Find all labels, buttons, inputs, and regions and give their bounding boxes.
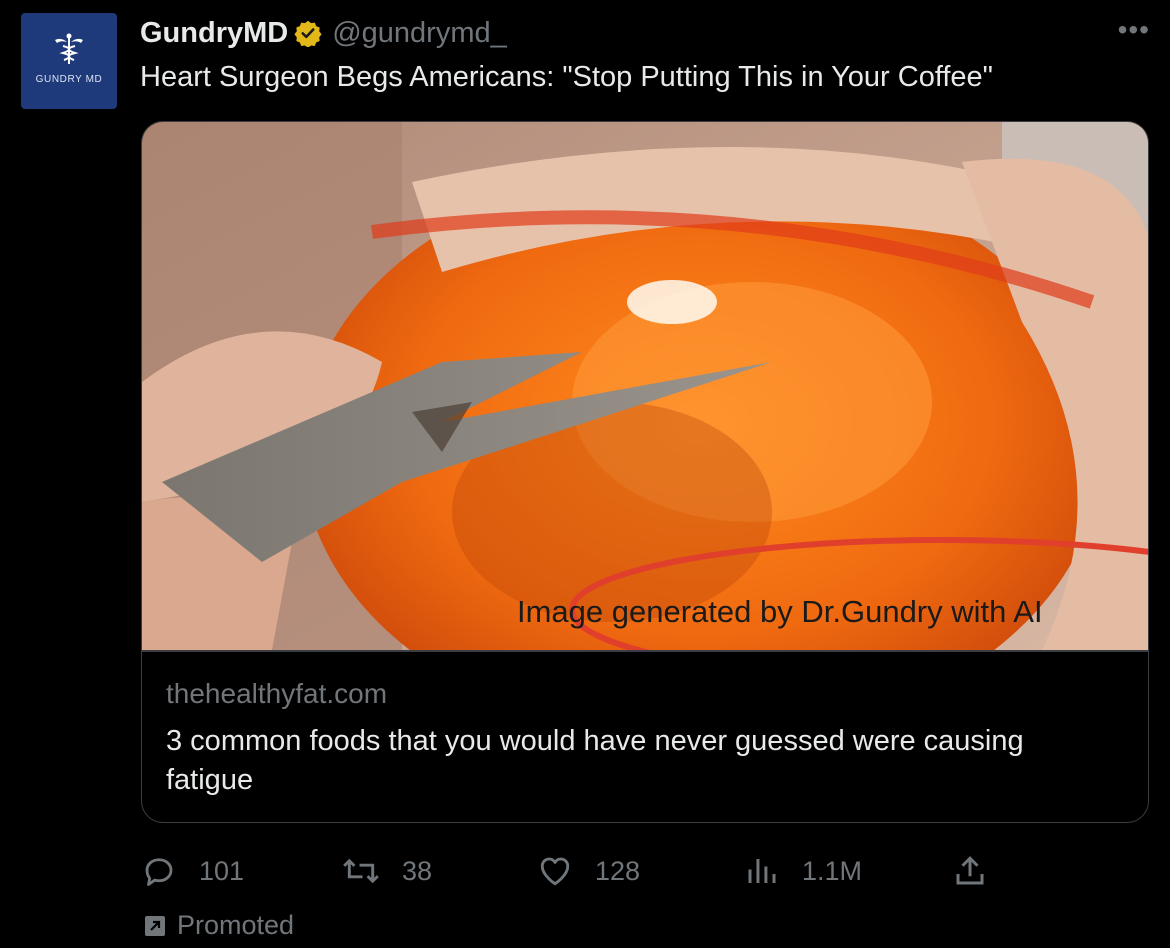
like-icon <box>540 857 570 886</box>
verified-icon[interactable] <box>294 19 322 47</box>
retweet-button[interactable]: 38 <box>342 848 432 894</box>
reply-button[interactable]: 101 <box>141 848 244 894</box>
action-bar: 101 38 128 1.1M <box>0 848 1170 894</box>
display-name[interactable]: GundryMD <box>140 17 288 50</box>
views-count: 1.1M <box>802 855 863 886</box>
avatar-brand-text: GUNDRY MD <box>35 73 103 85</box>
tweet-text: Heart Surgeon Begs Americans: "Stop Putt… <box>140 61 993 93</box>
like-count: 128 <box>595 855 641 886</box>
avatar[interactable]: GUNDRY MD <box>21 13 117 109</box>
promoted-label[interactable]: Promoted <box>143 910 294 941</box>
link-card[interactable]: Image generated by Dr.Gundry with AI the… <box>141 121 1149 823</box>
reply-icon <box>145 858 173 886</box>
tweet[interactable]: GUNDRY MD GundryMD @gundrymd_ ••• Heart … <box>0 0 1170 948</box>
card-domain: thehealthyfat.com <box>166 678 388 709</box>
share-icon <box>956 856 984 885</box>
promoted-text: Promoted <box>177 910 295 940</box>
image-caption: Image generated by Dr.Gundry with AI <box>517 594 1043 629</box>
handle[interactable]: @gundrymd_ <box>332 17 507 50</box>
more-icon[interactable]: ••• <box>1118 16 1150 44</box>
retweet-count: 38 <box>402 855 433 886</box>
card-divider <box>142 650 1148 652</box>
card-title: 3 common foods that you would have never… <box>166 725 1024 796</box>
like-button[interactable]: 128 <box>537 848 640 894</box>
tweet-header: GundryMD @gundrymd_ <box>140 14 507 52</box>
views-button[interactable]: 1.1M <box>744 848 862 894</box>
retweet-icon <box>343 858 379 884</box>
reply-count: 101 <box>199 855 245 886</box>
views-icon <box>748 859 776 883</box>
share-button[interactable] <box>952 848 1010 894</box>
caduceus-logo-icon <box>55 33 83 64</box>
card-image[interactable]: Image generated by Dr.Gundry with AI <box>142 122 1148 650</box>
promoted-icon <box>145 915 165 936</box>
